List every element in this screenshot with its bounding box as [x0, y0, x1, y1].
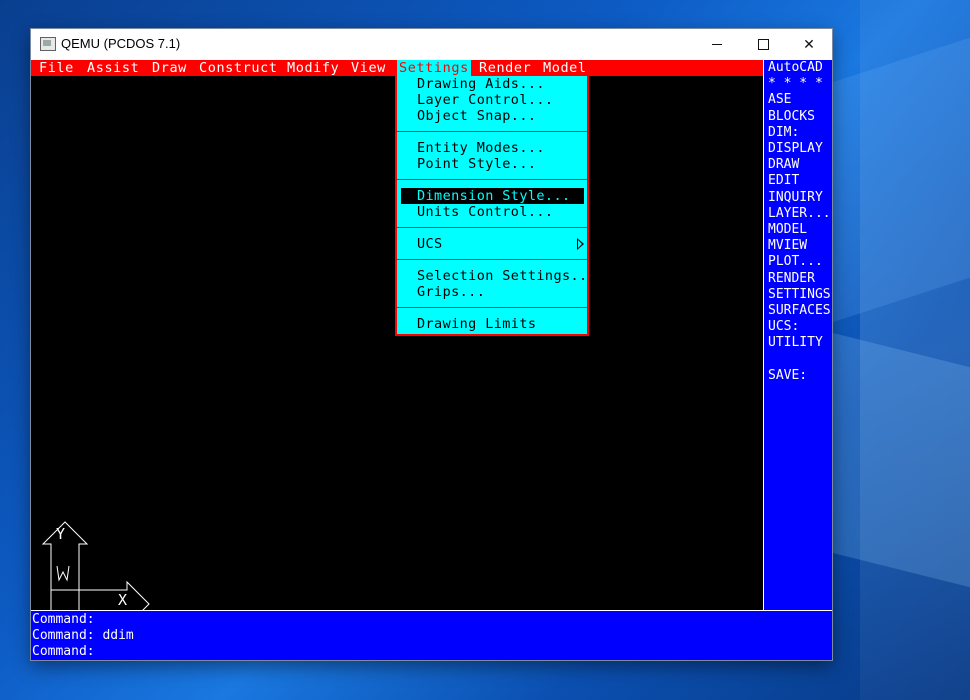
menu-item-dimension-style[interactable]: Dimension Style... [401, 188, 584, 204]
side-menu-item[interactable]: SAVE: [768, 368, 807, 384]
menu-bar: File Assist Draw Construct Modify View S… [31, 60, 763, 76]
minimize-button[interactable] [694, 29, 740, 60]
title-bar[interactable]: QEMU (PCDOS 7.1) ✕ [31, 29, 832, 60]
menu-item-entity-modes[interactable]: Entity Modes... [401, 140, 584, 156]
maximize-icon [757, 39, 769, 50]
menu-item-drawing-aids[interactable]: Drawing Aids... [401, 76, 584, 92]
window-title: QEMU (PCDOS 7.1) [61, 36, 181, 51]
side-menu-item[interactable]: BLOCKS [768, 109, 815, 125]
menu-separator [397, 179, 587, 180]
side-menu-item[interactable]: * * * * [768, 76, 823, 92]
side-menu-item[interactable]: EDIT [768, 173, 799, 189]
menu-draw[interactable]: Draw [152, 60, 187, 76]
menu-item-selection-settings[interactable]: Selection Settings... [401, 268, 596, 284]
menu-settings[interactable]: Settings [397, 60, 471, 76]
command-area[interactable]: Command: Command: ddim Command: [31, 610, 832, 660]
menu-item-layer-control[interactable]: Layer Control... [401, 92, 584, 108]
qemu-app-icon [40, 37, 56, 51]
side-menu-item[interactable]: ASE [768, 92, 791, 108]
menu-item-object-snap[interactable]: Object Snap... [401, 108, 584, 124]
close-button[interactable]: ✕ [786, 29, 832, 60]
side-menu-item[interactable]: DRAW [768, 157, 799, 173]
ucs-y-label: Y [56, 525, 66, 543]
side-menu-item[interactable]: PLOT... [768, 254, 823, 270]
side-menu-item[interactable]: UCS: [768, 319, 799, 335]
minimize-icon [712, 44, 722, 45]
menu-separator [397, 131, 587, 132]
side-menu-item[interactable]: RENDER [768, 271, 815, 287]
menu-model[interactable]: Model [543, 60, 587, 76]
maximize-button[interactable] [740, 29, 786, 60]
side-menu-item[interactable]: DISPLAY [768, 141, 823, 157]
settings-dropdown-menu: Drawing Aids... Layer Control... Object … [395, 76, 596, 336]
menu-assist[interactable]: Assist [87, 60, 139, 76]
command-line-1: Command: [32, 612, 95, 627]
autocad-screen[interactable]: File Assist Draw Construct Modify View S… [31, 60, 832, 660]
desktop-light-beam [832, 332, 970, 588]
side-menu-item[interactable]: MVIEW [768, 238, 807, 254]
screen-side-menu: AutoCAD * * * * ASE BLOCKS DIM: DISPLAY DRAW ED… [763, 60, 832, 610]
side-menu-item[interactable]: AutoCAD [768, 60, 823, 76]
desktop-light-beam [832, 37, 970, 323]
side-menu-item[interactable]: UTILITY [768, 335, 823, 351]
side-menu-item[interactable]: INQUIRY [768, 190, 823, 206]
menu-item-grips[interactable]: Grips... [401, 284, 584, 300]
side-menu-item[interactable]: DIM: [768, 125, 799, 141]
ucs-x-label: X [118, 591, 128, 609]
menu-item-point-style[interactable]: Point Style... [401, 156, 584, 172]
side-menu-item[interactable]: MODEL [768, 222, 807, 238]
command-line-2: Command: ddim [32, 628, 134, 643]
menu-item-drawing-limits[interactable]: Drawing Limits [401, 316, 584, 332]
qemu-window: QEMU (PCDOS 7.1) ✕ File Assist Draw Cons… [31, 29, 832, 660]
menu-separator [397, 259, 587, 260]
side-menu-item[interactable]: SURFACES [768, 303, 831, 319]
menu-separator [397, 227, 587, 228]
submenu-arrow-icon [577, 238, 584, 250]
menu-file[interactable]: File [39, 60, 74, 76]
side-menu-item[interactable]: LAYER... [768, 206, 831, 222]
close-icon: ✕ [803, 36, 815, 53]
side-menu-item[interactable]: SETTINGS [768, 287, 831, 303]
menu-item-units-control[interactable]: Units Control... [401, 204, 584, 220]
menu-modify[interactable]: Modify [287, 60, 339, 76]
command-prompt[interactable]: Command: [32, 644, 95, 660]
menu-construct[interactable]: Construct [199, 60, 278, 76]
menu-item-ucs[interactable]: UCS [401, 236, 584, 252]
menu-render[interactable]: Render [479, 60, 531, 76]
menu-view[interactable]: View [351, 60, 386, 76]
menu-separator [397, 307, 587, 308]
